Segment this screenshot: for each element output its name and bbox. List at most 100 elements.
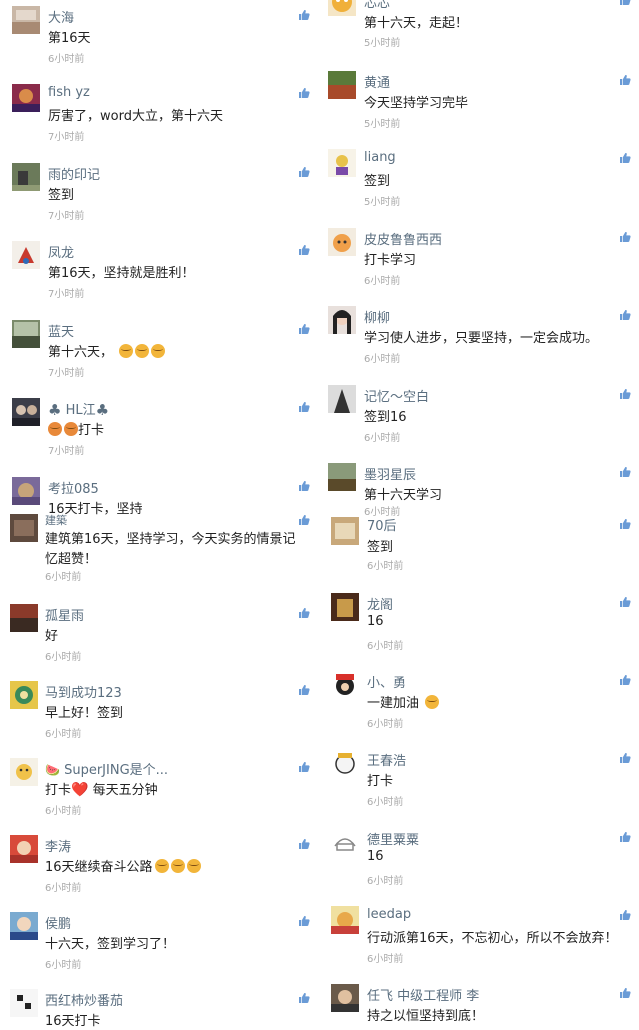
comment-time: 5小时前	[364, 197, 401, 208]
avatar[interactable]	[10, 835, 38, 863]
comment-item: 黄通 今天坚持学习完毕 5小时前	[319, 71, 639, 157]
commenter-name[interactable]: fish yz	[48, 85, 90, 100]
avatar[interactable]	[328, 0, 356, 16]
comment-item: 小、勇 一建加油 6小时前	[319, 671, 639, 757]
like-icon[interactable]	[298, 166, 310, 178]
like-icon[interactable]	[298, 87, 310, 99]
commenter-name[interactable]: 德里粟粟	[367, 829, 419, 848]
like-icon[interactable]	[619, 388, 631, 400]
like-icon[interactable]	[619, 752, 631, 764]
commenter-name[interactable]: 西红柿炒番茄	[45, 990, 123, 1009]
avatar[interactable]	[12, 320, 40, 348]
like-icon[interactable]	[619, 231, 631, 243]
comment-time: 6小时前	[45, 729, 82, 740]
avatar[interactable]	[10, 989, 38, 1017]
avatar[interactable]	[331, 984, 359, 1012]
avatar[interactable]	[12, 477, 40, 505]
like-icon[interactable]	[619, 596, 631, 608]
commenter-name[interactable]: 孤星雨	[45, 605, 84, 624]
commenter-name[interactable]: 70后	[367, 515, 397, 534]
like-icon[interactable]	[619, 909, 631, 921]
comment-text: 建筑第16天，坚持学习，今天实务的情景记	[45, 532, 296, 547]
comment-item: 建築 建筑第16天，坚持学习，今天实务的情景记 忆超赞！ 6小时前	[0, 514, 318, 602]
avatar[interactable]	[12, 84, 40, 112]
commenter-name[interactable]: 黄通	[364, 72, 390, 91]
commenter-name[interactable]: 侯鹏	[45, 913, 71, 932]
commenter-name[interactable]: liang	[364, 150, 396, 165]
comment-text: 打卡	[48, 419, 104, 438]
avatar[interactable]	[12, 398, 40, 426]
avatar[interactable]	[10, 604, 38, 632]
commenter-name[interactable]: 龙阁	[367, 594, 393, 613]
comment-time: 6小时前	[48, 54, 85, 65]
comment-item: 🍉 SuperJING是个... 打卡❤️ 每天五分钟 6小时前	[0, 758, 318, 844]
like-icon[interactable]	[298, 992, 310, 1004]
avatar[interactable]	[10, 681, 38, 709]
like-icon[interactable]	[298, 480, 310, 492]
avatar[interactable]	[328, 149, 356, 177]
like-icon[interactable]	[298, 9, 310, 21]
commenter-name[interactable]: 柳柳	[364, 307, 390, 326]
like-icon[interactable]	[619, 309, 631, 321]
commenter-name[interactable]: 蓝天	[48, 321, 74, 340]
like-icon[interactable]	[619, 518, 631, 530]
like-icon[interactable]	[298, 761, 310, 773]
avatar[interactable]	[10, 912, 38, 940]
avatar[interactable]	[328, 306, 356, 334]
commenter-name[interactable]: 芯芯	[364, 0, 390, 11]
commenter-name[interactable]: 墨羽星辰	[364, 464, 416, 483]
comment-time: 6小时前	[45, 572, 82, 583]
like-icon[interactable]	[619, 466, 631, 478]
commenter-name[interactable]: ♣ HL江♣	[48, 399, 109, 419]
avatar[interactable]	[331, 671, 359, 699]
comment-time: 6小时前	[45, 960, 82, 971]
like-icon[interactable]	[298, 244, 310, 256]
commenter-name[interactable]: 记忆～空白	[364, 386, 429, 405]
avatar[interactable]	[10, 758, 38, 786]
avatar[interactable]	[10, 514, 38, 542]
avatar[interactable]	[331, 749, 359, 777]
avatar[interactable]	[331, 593, 359, 621]
like-icon[interactable]	[619, 152, 631, 164]
commenter-name[interactable]: 🍉 SuperJING是个...	[45, 759, 168, 778]
commenter-name[interactable]: leedap	[367, 907, 411, 922]
avatar[interactable]	[328, 385, 356, 413]
avatar[interactable]	[12, 6, 40, 34]
like-icon[interactable]	[298, 915, 310, 927]
like-icon[interactable]	[619, 831, 631, 843]
like-icon[interactable]	[298, 607, 310, 619]
commenter-name[interactable]: 凤龙	[48, 242, 74, 261]
like-icon[interactable]	[298, 838, 310, 850]
comment-time: 7小时前	[48, 368, 85, 379]
avatar[interactable]	[12, 241, 40, 269]
avatar[interactable]	[331, 517, 359, 545]
commenter-name[interactable]: 考拉085	[48, 478, 99, 497]
like-icon[interactable]	[298, 514, 310, 526]
avatar[interactable]	[328, 228, 356, 256]
commenter-name[interactable]: 任飞 中级工程师 李	[367, 985, 479, 1004]
like-icon[interactable]	[298, 684, 310, 696]
commenter-name[interactable]: 小、勇	[367, 672, 406, 691]
comment-item: 记忆～空白 签到16 6小时前	[319, 385, 639, 471]
avatar[interactable]	[328, 463, 356, 491]
commenter-name[interactable]: 大海	[48, 7, 74, 26]
avatar[interactable]	[331, 906, 359, 934]
comment-item: 芯芯 第十六天，走起！ 5小时前	[319, 0, 639, 80]
commenter-name[interactable]: 建築	[45, 512, 67, 528]
commenter-name[interactable]: 皮皮鲁鲁西西	[364, 229, 442, 248]
avatar[interactable]	[328, 71, 356, 99]
avatar[interactable]	[331, 828, 359, 856]
like-icon[interactable]	[619, 74, 631, 86]
commenter-name[interactable]: 李涛	[45, 836, 71, 855]
like-icon[interactable]	[298, 323, 310, 335]
commenter-name[interactable]: 马到成功123	[45, 682, 122, 701]
comment-time: 6小时前	[45, 806, 82, 817]
like-icon[interactable]	[298, 401, 310, 413]
commenter-name[interactable]: 王春浩	[367, 750, 406, 769]
commenter-name[interactable]: 雨的印记	[48, 164, 100, 183]
like-icon[interactable]	[619, 987, 631, 999]
avatar[interactable]	[12, 163, 40, 191]
like-icon[interactable]	[619, 0, 631, 6]
like-icon[interactable]	[619, 674, 631, 686]
grinning-emoji-icon	[425, 695, 440, 709]
